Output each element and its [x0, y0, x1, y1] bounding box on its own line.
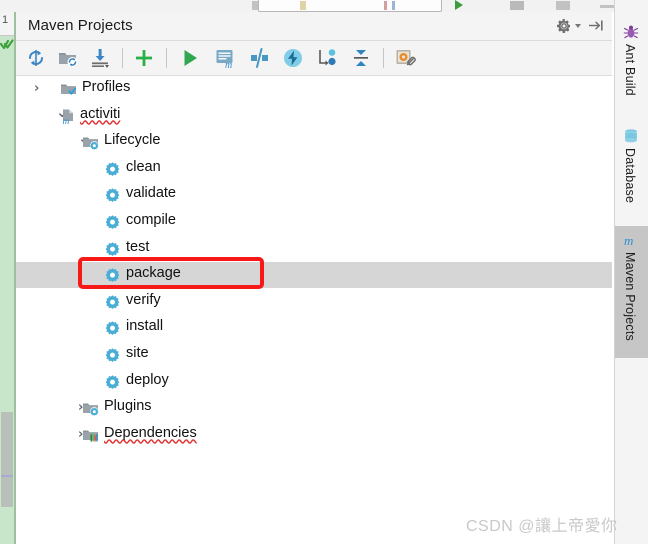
maven-goal-gear-icon	[104, 374, 121, 391]
combo-icon-fragment-c	[392, 1, 395, 10]
tree-row-label: package	[126, 265, 181, 282]
tree-row-site[interactable]: site	[16, 342, 612, 368]
maven-goal-gear-icon	[104, 347, 121, 364]
svg-text:m: m	[63, 117, 70, 125]
tree-row-activiti[interactable]: ⌄ m activiti	[16, 103, 612, 129]
chevron-down-icon[interactable]	[575, 24, 581, 28]
run-button-icon[interactable]	[455, 0, 463, 10]
svg-text:m: m	[225, 60, 232, 70]
maven-toolbar: m	[16, 41, 612, 76]
download-sources-and-documentation-button[interactable]	[88, 46, 112, 70]
tree-row-clean[interactable]: clean	[16, 156, 612, 182]
watermark: CSDN @讓上帝愛你	[466, 518, 618, 535]
tree-row-label: compile	[126, 212, 176, 228]
stripe-button-label: Maven Projects	[623, 252, 637, 341]
run-configuration-combo[interactable]	[258, 0, 442, 12]
maven-settings-button[interactable]	[393, 46, 417, 70]
coverage-button-icon[interactable]	[556, 1, 570, 10]
tree-row-label: validate	[126, 185, 176, 202]
toolbar-separator-3	[383, 48, 384, 68]
tree-row-label: verify	[126, 291, 161, 308]
editor-scrollbar-thumb[interactable]	[1, 412, 13, 507]
maven-goal-gear-icon	[104, 294, 121, 311]
add-maven-project-button[interactable]	[132, 46, 156, 70]
tree-row-label: Plugins	[104, 398, 152, 415]
line-number: 1	[2, 14, 9, 26]
tree-row-compile[interactable]: compile	[16, 209, 612, 235]
svg-text:m: m	[624, 233, 633, 248]
gear-icon[interactable]	[556, 18, 572, 34]
maven-project-m-icon: m	[60, 108, 77, 127]
maven-m-icon: m	[623, 232, 639, 248]
tree-row-dependencies[interactable]: › Dependencies	[16, 422, 612, 448]
tree-row-verify[interactable]: verify	[16, 289, 612, 315]
plugins-folder-icon	[82, 400, 99, 417]
gutter-marker	[1, 475, 13, 477]
editor-marker-gutter: 1	[0, 12, 14, 544]
tree-row-label: test	[126, 238, 150, 255]
stripe-button-database[interactable]: Database	[615, 122, 648, 218]
dependencies-folder-icon	[82, 427, 99, 444]
combo-icon-fragment-a	[300, 1, 306, 10]
toolbar-separator-1	[122, 48, 123, 68]
execute-maven-goal-button[interactable]: m	[213, 46, 237, 71]
right-tool-window-stripe: Ant Build Database m Maven Projects	[614, 0, 648, 544]
maven-goal-gear-icon	[104, 187, 121, 204]
stripe-button-label: Ant Build	[623, 44, 637, 96]
tree-row-label: install	[126, 318, 164, 335]
stripe-button-maven-projects[interactable]: m Maven Projects	[615, 226, 648, 358]
toggle-skip-tests-button[interactable]	[247, 46, 271, 70]
tree-row-label: deploy	[126, 371, 169, 388]
stripe-button-ant-build[interactable]: Ant Build	[615, 18, 648, 114]
tree-row-label: Dependencies	[104, 424, 197, 441]
hide-tool-window-icon[interactable]	[588, 19, 604, 33]
tree-row-validate[interactable]: validate	[16, 182, 612, 208]
database-disk-icon	[623, 128, 639, 144]
tree-row-lifecycle[interactable]: ⌄Lifecycle	[16, 129, 612, 155]
maven-goal-gear-icon	[104, 161, 121, 178]
debug-button-icon[interactable]	[510, 1, 524, 10]
generate-sources-and-update-folders-button[interactable]	[56, 46, 80, 70]
ant-bug-icon	[623, 24, 639, 40]
tree-row-profiles[interactable]: › Profiles	[16, 76, 612, 102]
maven-projects-tree[interactable]: ›Profiles⌄mactiviti⌄Lifecyclecleanvalida…	[16, 76, 612, 544]
show-dependencies-button[interactable]	[315, 46, 339, 70]
maven-projects-tool-window: Maven Projects m › Profiles ⌄ m activiti…	[16, 12, 612, 544]
run-maven-build-button[interactable]	[178, 46, 202, 70]
toolbar-separator-2	[166, 48, 167, 68]
toggle-offline-mode-button[interactable]	[281, 46, 305, 70]
reimport-all-maven-projects-button[interactable]	[24, 46, 48, 70]
tree-row-deploy[interactable]: deploy	[16, 369, 612, 395]
collapse-all-button[interactable]	[349, 46, 373, 70]
tree-row-label: Lifecycle	[104, 132, 161, 149]
tree-row-plugins[interactable]: › Plugins	[16, 395, 612, 421]
tool-window-header: Maven Projects	[16, 12, 612, 41]
tree-row-test[interactable]: test	[16, 236, 612, 262]
maven-goal-gear-icon	[104, 267, 121, 284]
tree-row-label: site	[126, 345, 149, 361]
maven-goal-gear-icon	[104, 320, 121, 337]
maven-goal-gear-icon	[104, 241, 121, 258]
gutter-header: 1	[0, 12, 14, 36]
tree-row-label: clean	[126, 158, 161, 175]
chevron-right-icon[interactable]: ›	[34, 82, 46, 95]
tree-row-package[interactable]: package	[16, 262, 612, 289]
maven-profiles-folder-icon	[60, 81, 77, 98]
maven-goal-gear-icon	[104, 214, 121, 231]
tree-row-label: activiti	[80, 105, 121, 122]
stripe-button-label: Database	[623, 148, 637, 204]
tree-row-install[interactable]: install	[16, 315, 612, 341]
combo-icon-fragment-b	[384, 1, 387, 10]
page-title: Maven Projects	[28, 17, 133, 34]
lifecycle-folder-icon	[82, 134, 99, 151]
green-check-inspection-icon[interactable]	[0, 38, 14, 52]
tree-row-label: Profiles	[82, 79, 131, 95]
